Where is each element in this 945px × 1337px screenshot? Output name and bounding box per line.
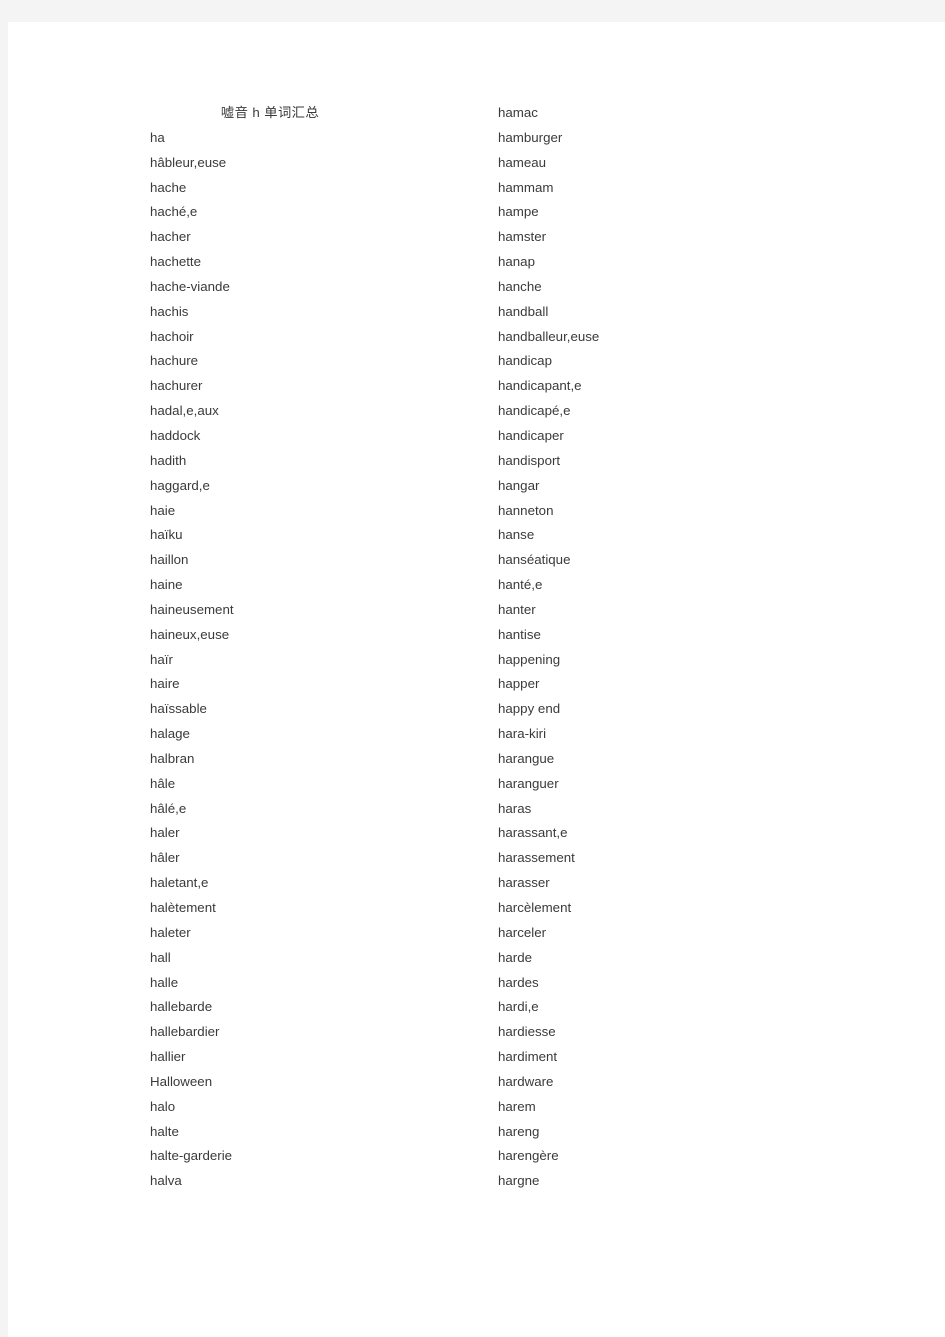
word-entry: hardiesse [498, 1024, 556, 1040]
word-entry: hâlé,e [150, 800, 187, 816]
word-entry: harceler [498, 924, 547, 940]
word-entry: hachette [150, 254, 202, 270]
word-entry: hallebardier [150, 1024, 220, 1040]
word-entry: halte [150, 1123, 179, 1139]
word-entry: hadith [150, 452, 187, 468]
word-entry: hanté,e [498, 577, 543, 593]
word-entry: happy end [498, 701, 561, 717]
word-column-right: hamac hamburger hameau hammam hampe hamster ha… [498, 101, 838, 1194]
word-entry: harem [498, 1098, 536, 1114]
word-entry: haïku [150, 527, 183, 543]
word-column-left: 嘘音 h 单词汇总 ha hâbleur,euse hache haché,e hach… [150, 101, 490, 1194]
document-body: 嘘音 h 单词汇总 ha hâbleur,euse hache haché,e hach… [8, 22, 945, 1337]
word-entry: hanse [498, 527, 535, 543]
word-entry: hâbleur,euse [150, 154, 227, 170]
word-entry: happening [498, 651, 561, 667]
word-entry: ha [150, 129, 165, 145]
word-entry: hache-viande [150, 278, 230, 294]
word-entry: halle [150, 974, 179, 990]
word-entry: haire [150, 676, 180, 692]
word-entry: hachis [150, 303, 189, 319]
word-entry: hameau [498, 154, 547, 170]
word-entry: haras [498, 800, 532, 816]
word-entry: hamster [498, 229, 547, 245]
word-entry: haineusement [150, 601, 234, 617]
word-entry: hamburger [498, 129, 563, 145]
word-entry: halte-garderie [150, 1148, 233, 1164]
word-entry: hampe [498, 204, 539, 220]
word-entry: hanter [498, 601, 536, 617]
word-entry: haine [150, 577, 183, 593]
word-entry: haché,e [150, 204, 198, 220]
word-entry: handicapé,e [498, 403, 571, 419]
word-entry: harde [498, 949, 533, 965]
word-entry: halo [150, 1098, 176, 1114]
word-list-right: hamac hamburger hameau hammam hampe hamster ha… [498, 101, 838, 1194]
word-entry: hantise [498, 626, 541, 642]
word-entry: hamac [498, 105, 538, 120]
word-entry: harassant,e [498, 825, 568, 841]
word-entry: hardes [498, 974, 539, 990]
word-entry: hanséatique [498, 552, 571, 568]
word-entry: haie [150, 502, 176, 518]
word-entry: harangue [498, 750, 555, 766]
word-entry: hardiment [498, 1049, 558, 1065]
word-entry: hareng [498, 1123, 540, 1139]
word-entry: halètement [150, 900, 216, 915]
word-entry: hara-kiri [498, 726, 547, 742]
word-entry: haïr [150, 651, 173, 667]
word-entry: handballeur,euse [498, 328, 600, 344]
word-entry: hachurer [150, 378, 203, 394]
word-entry: halbran [150, 750, 195, 766]
word-entry: halva [150, 1173, 182, 1189]
word-entry: hanneton [498, 502, 554, 518]
word-entry: hardi,e [498, 999, 539, 1015]
document-page: 嘘音 h 单词汇总 ha hâbleur,euse hache haché,e hach… [8, 22, 945, 1337]
word-entry: handicap [498, 353, 552, 369]
word-entry: handicaper [498, 427, 564, 443]
word-entry: hargne [498, 1173, 540, 1189]
word-entry: hachoir [150, 328, 194, 344]
word-entry: harcèlement [498, 900, 572, 915]
word-entry: hammam [498, 179, 554, 195]
word-entry: haddock [150, 427, 201, 443]
word-list-left: ha hâbleur,euse hache haché,e hacher hachette… [150, 126, 490, 1194]
word-entry: halage [150, 726, 190, 742]
word-entry: haineux,euse [150, 626, 230, 642]
word-entry: hadal,e,aux [150, 403, 219, 419]
word-entry: hâler [150, 850, 180, 866]
word-entry: haillon [150, 552, 189, 568]
word-entry: haïssable [150, 701, 207, 717]
word-entry: hachure [150, 353, 199, 369]
word-entry: hardware [498, 1073, 554, 1089]
word-entry: hanche [498, 278, 542, 294]
word-entry: haleter [150, 924, 191, 940]
word-entry: haler [150, 825, 180, 841]
word-entry: harengère [498, 1148, 559, 1164]
word-entry: hallier [150, 1049, 186, 1065]
word-entry: hanap [498, 254, 535, 270]
word-entry: haggard,e [150, 477, 210, 493]
word-entry: hallebarde [150, 999, 213, 1015]
word-entry: handisport [498, 452, 561, 468]
word-entry: haletant,e [150, 875, 209, 891]
word-entry: harasser [498, 875, 550, 891]
word-entry: happer [498, 676, 540, 692]
word-entry: haranguer [498, 775, 559, 791]
word-entry: Halloween [150, 1073, 213, 1089]
word-entry: handicapant,e [498, 378, 582, 394]
word-entry: hâle [150, 775, 176, 791]
word-entry: hache [150, 179, 187, 195]
word-entry: harassement [498, 850, 575, 866]
word-entry: handball [498, 303, 549, 319]
word-entry: hacher [150, 229, 191, 245]
page-title: 嘘音 h 单词汇总 [220, 105, 320, 120]
word-entry: hall [150, 949, 171, 965]
word-entry: hangar [498, 477, 540, 493]
